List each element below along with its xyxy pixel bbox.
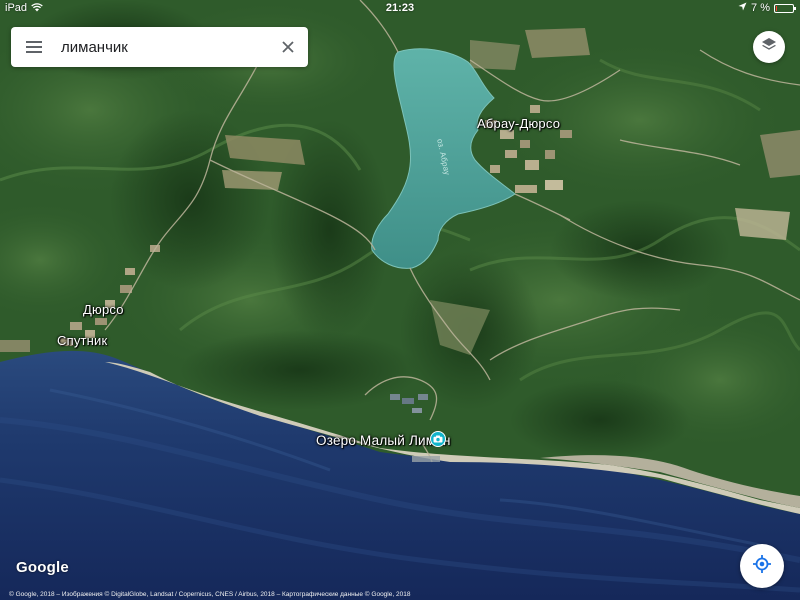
my-location-icon <box>752 554 772 579</box>
status-bar: iPad 21:23 7 % <box>0 0 800 16</box>
satellite-map[interactable] <box>0 0 800 600</box>
location-arrow-icon <box>738 2 747 14</box>
google-logo: Google <box>16 559 69 576</box>
label-dyurso[interactable]: Дюрсо <box>83 302 124 317</box>
layers-icon <box>761 37 777 58</box>
attribution-text[interactable]: © Google, 2018 – Изображения © DigitalGl… <box>0 590 800 600</box>
camera-icon[interactable] <box>430 431 446 447</box>
label-abrau-dyurso[interactable]: Абрау-Дюрсо <box>477 116 560 131</box>
clock: 21:23 <box>385 2 415 14</box>
layers-button[interactable] <box>753 31 785 63</box>
status-right: 7 % <box>738 2 796 14</box>
pier <box>412 456 440 462</box>
search-input[interactable]: лиманчик <box>57 39 268 56</box>
battery-percent: 7 % <box>751 2 770 14</box>
battery-icon <box>774 3 796 13</box>
menu-icon[interactable] <box>11 27 57 67</box>
label-sputnik[interactable]: Спутник <box>57 333 107 348</box>
my-location-button[interactable] <box>740 544 784 588</box>
search-box[interactable]: лиманчик <box>11 27 308 67</box>
close-icon[interactable] <box>268 27 308 67</box>
